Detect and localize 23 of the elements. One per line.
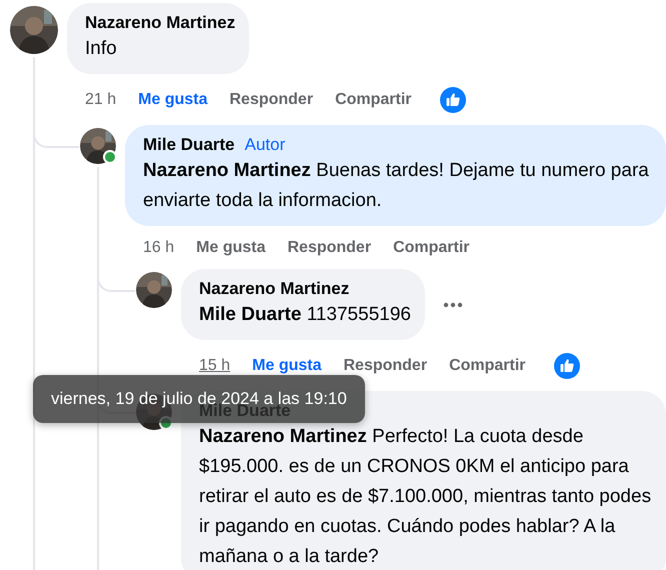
comment-text: Nazareno Martinez Perfecto! La cuota desde $195.000. es de un CRONOS 0KM el anticipo para retirar el auto es de $7.100.000, mientras tanto podes ir pagando en cuotas. Cuándo podes hablar? A la mañana o a la tarde?	[199, 425, 652, 569]
comment-text: Mile Duarte 1137555196	[199, 303, 411, 327]
share-button[interactable]: Compartir	[335, 91, 412, 109]
reply-button[interactable]: Responder	[287, 239, 372, 257]
author-name[interactable]: Mile Duarte	[143, 134, 235, 156]
timestamp-link[interactable]: 15 h	[199, 357, 230, 375]
timestamp-link[interactable]: 21 h	[85, 91, 116, 109]
reply-button[interactable]: Responder	[229, 91, 314, 109]
comment-text: Info	[85, 37, 118, 61]
author-label: Autor	[244, 134, 286, 156]
share-button[interactable]: Compartir	[449, 357, 526, 375]
like-button[interactable]: Me gusta	[252, 357, 322, 375]
author-name[interactable]: Nazareno Martinez	[199, 278, 350, 300]
like-reaction-icon[interactable]	[554, 353, 580, 379]
author-name[interactable]: Nazareno Martinez	[85, 12, 236, 34]
share-button[interactable]: Compartir	[393, 239, 470, 257]
timestamp-link[interactable]: 16 h	[143, 239, 174, 257]
like-button[interactable]: Me gusta	[196, 239, 266, 257]
comment-text: Nazareno Martinez Buenas tardes! Dejame tu numero para enviarte toda la informacion.	[143, 159, 650, 213]
like-button[interactable]: Me gusta	[138, 91, 208, 109]
like-reaction-icon[interactable]	[440, 87, 466, 113]
more-icon[interactable]	[442, 302, 463, 308]
reply-button[interactable]: Responder	[343, 357, 428, 375]
